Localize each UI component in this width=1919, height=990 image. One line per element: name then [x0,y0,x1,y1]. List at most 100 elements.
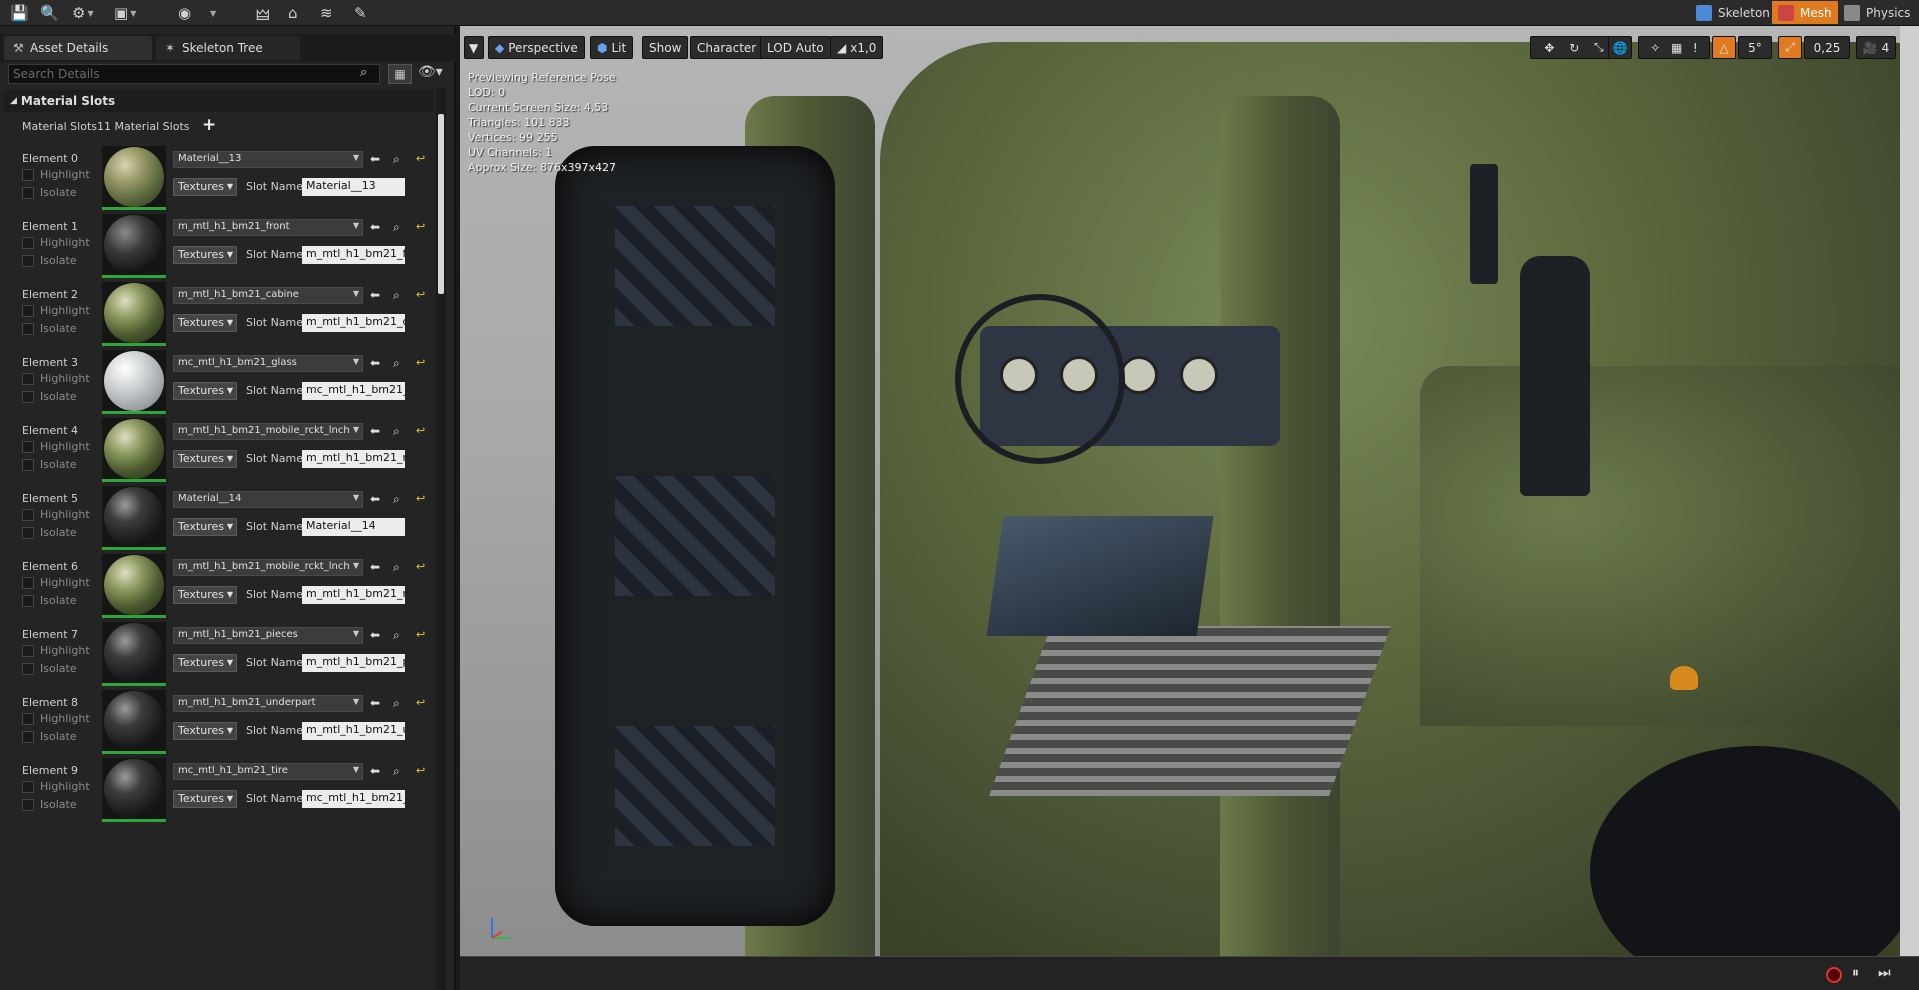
isolate-checkbox[interactable] [22,322,34,335]
material-thumbnail[interactable] [102,418,166,482]
scale-icon[interactable]: ⤡ [1594,40,1604,55]
highlight-checkbox[interactable] [22,712,34,725]
view-options-icon[interactable]: 👁▾ [418,64,443,80]
material-picker[interactable]: mc_mtl_h1_bm21_glass ▼ [173,355,363,372]
highlight-option[interactable]: Highlight [22,576,90,589]
rotate-icon[interactable]: ↻ [1569,41,1579,55]
highlight-checkbox[interactable] [22,440,34,453]
highlight-checkbox[interactable] [22,168,34,181]
highlight-option[interactable]: Highlight [22,440,90,453]
reset-to-default-icon[interactable]: ↩ [416,628,425,641]
highlight-checkbox[interactable] [22,304,34,317]
pencil-icon[interactable]: ✎ [354,2,367,24]
isolate-checkbox[interactable] [22,186,34,199]
isolate-option[interactable]: Isolate [22,390,77,403]
textures-dropdown[interactable]: Textures ▼ [173,790,237,808]
use-selected-asset-icon[interactable]: ⬅ [370,220,380,234]
isolate-option[interactable]: Isolate [22,254,77,267]
isolate-option[interactable]: Isolate [22,322,77,335]
material-thumbnail[interactable] [102,622,166,686]
isolate-option[interactable]: Isolate [22,458,77,471]
isolate-checkbox[interactable] [22,458,34,471]
highlight-option[interactable]: Highlight [22,780,90,793]
details-scrollbar[interactable] [436,88,446,990]
camera-speed-button[interactable]: 🎥 4 [1856,36,1896,59]
browse-asset-icon[interactable]: ⌕ [393,356,400,371]
use-selected-asset-icon[interactable]: ⬅ [370,764,380,778]
isolate-option[interactable]: Isolate [22,186,77,199]
add-material-slot-button[interactable]: + [202,115,216,135]
playback-speed-button[interactable]: ◢ x1,0 [830,36,884,59]
material-picker[interactable]: m_mtl_h1_bm21_mobile_rckt_lnch ▼ [173,559,363,576]
slot-name-field[interactable]: Material__14 [302,518,405,536]
home-icon[interactable]: ⌂ [288,2,298,24]
material-thumbnail[interactable] [102,486,166,550]
browse-asset-icon[interactable]: ⌕ [393,288,400,303]
slot-name-field[interactable]: m_mtl_h1_bm21_n [302,450,405,468]
slot-name-field[interactable]: m_mtl_h1_bm21_p [302,654,405,672]
search-input[interactable]: Search Details [8,64,380,84]
highlight-checkbox[interactable] [22,780,34,793]
tab-skeleton-tree[interactable]: ✶ Skeleton Tree [156,36,300,60]
slot-name-field[interactable]: Material__13 [302,178,405,196]
textures-dropdown[interactable]: Textures ▼ [173,654,237,672]
slot-name-field[interactable]: m_mtl_h1_bm21_c [302,314,405,332]
surface-snap-icon[interactable]: ✧ [1650,41,1660,55]
skeleton-tool-icon[interactable]: 🜲 [256,2,270,24]
scrollbar-thumb[interactable] [438,114,444,294]
browse-asset-icon[interactable]: ⌕ [393,560,400,575]
highlight-option[interactable]: Highlight [22,644,90,657]
viewport[interactable]: ▼ ◆ Perspective ⬢ Lit Show Character LOD… [460,26,1919,990]
use-selected-asset-icon[interactable]: ⬅ [370,560,380,574]
material-thumbnail[interactable] [102,758,166,822]
material-thumbnail[interactable] [102,214,166,278]
tab-asset-details[interactable]: ⚒ Asset Details [4,36,152,60]
isolate-checkbox[interactable] [22,662,34,675]
material-thumbnail[interactable] [102,554,166,618]
scale-snap-value[interactable]: 0,25 [1804,36,1850,59]
textures-dropdown[interactable]: Textures ▼ [173,722,237,740]
grid-value-icon[interactable]: ! [1693,41,1698,55]
material-thumbnail[interactable] [102,350,166,414]
material-slots-header[interactable]: ◢ Material Slots [4,90,434,112]
reset-to-default-icon[interactable]: ↩ [416,764,425,777]
slot-name-field[interactable]: m_mtl_h1_bm21_fr [302,246,405,264]
highlight-checkbox[interactable] [22,372,34,385]
reset-to-default-icon[interactable]: ↩ [416,220,425,233]
preview-mesh-icon[interactable]: ◉ [178,2,191,24]
viewport-options-button[interactable]: ▼ [464,36,484,59]
use-selected-asset-icon[interactable]: ⬅ [370,696,380,710]
material-picker[interactable]: m_mtl_h1_bm21_pieces ▼ [173,627,363,644]
browse-asset-icon[interactable]: ⌕ [393,764,400,779]
step-forward-icon[interactable]: ⏭ [1878,965,1891,981]
isolate-checkbox[interactable] [22,390,34,403]
rotation-snap-value[interactable]: 5° [1738,36,1772,59]
highlight-option[interactable]: Highlight [22,168,90,181]
highlight-checkbox[interactable] [22,576,34,589]
browse-asset-icon[interactable]: ⌕ [393,220,400,235]
slot-name-field[interactable]: mc_mtl_h1_bm21_ [302,382,405,400]
highlight-option[interactable]: Highlight [22,508,90,521]
reset-to-default-icon[interactable]: ↩ [416,560,425,573]
reset-to-default-icon[interactable]: ↩ [416,152,425,165]
slot-name-field[interactable]: m_mtl_h1_bm21_u [302,722,405,740]
pause-icon[interactable]: ⏸ [1852,965,1859,981]
textures-dropdown[interactable]: Textures ▼ [173,450,237,468]
use-selected-asset-icon[interactable]: ⬅ [370,424,380,438]
textures-dropdown[interactable]: Textures ▼ [173,246,237,264]
textures-dropdown[interactable]: Textures ▼ [173,314,237,332]
material-thumbnail[interactable] [102,146,166,210]
isolate-checkbox[interactable] [22,730,34,743]
textures-dropdown[interactable]: Textures ▼ [173,518,237,536]
isolate-checkbox[interactable] [22,526,34,539]
mode-physics[interactable]: Physics [1838,1,1916,24]
mode-mesh[interactable]: Mesh [1772,1,1838,24]
browse-asset-icon[interactable]: ⌕ [393,492,400,507]
world-local-icon[interactable]: 🌐 [1608,36,1632,59]
textures-dropdown[interactable]: Textures ▼ [173,382,237,400]
use-selected-asset-icon[interactable]: ⬅ [370,628,380,642]
material-picker[interactable]: Material__13 ▼ [173,151,363,168]
layers-icon[interactable]: ≋ [320,2,333,24]
highlight-option[interactable]: Highlight [22,304,90,317]
highlight-option[interactable]: Highlight [22,236,90,249]
